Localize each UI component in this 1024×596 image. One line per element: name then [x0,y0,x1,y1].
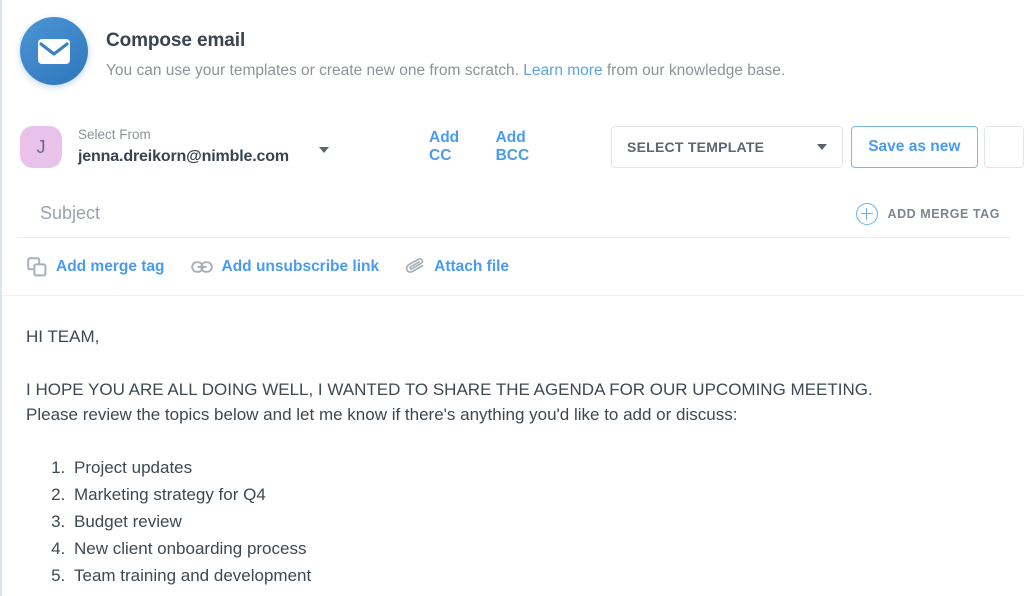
avatar: J [20,126,62,168]
toolbar-label: Attach file [434,257,510,275]
list-item: Team training and development [70,562,1008,589]
email-body-editor[interactable]: HI TEAM, I HOPE YOU ARE ALL DOING WELL, … [2,296,1024,589]
body-greeting: HI TEAM, [26,327,100,346]
toolbar-label: Add unsubscribe link [221,257,380,275]
header-text-block: Compose email You can use your templates… [106,17,785,82]
subtitle-text-before: You can use your templates or create new… [106,61,524,79]
cc-bcc-links: Add CC Add BCC [429,129,561,165]
save-as-new-button[interactable]: Save as new [850,126,978,168]
editor-toolbar: Add merge tag Add unsubscribe link Attac… [2,238,1024,296]
add-merge-tag-button[interactable]: ADD MERGE TAG [855,202,1010,225]
toolbar-attach-file[interactable]: Attach file [405,257,510,276]
add-merge-tag-label: ADD MERGE TAG [887,206,1000,221]
select-from-label: Select From [78,126,151,142]
copy-icon [27,256,47,276]
link-icon [190,260,213,273]
list-item: Budget review [70,508,1008,535]
body-paragraph-1: I HOPE YOU ARE ALL DOING WELL, I WANTED … [26,379,873,399]
list-item: New client onboarding process [70,535,1008,562]
envelope-icon [20,17,88,85]
toolbar-label: Add merge tag [56,257,165,275]
toolbar-add-unsubscribe-link[interactable]: Add unsubscribe link [190,257,380,276]
add-bcc-button[interactable]: Add BCC [496,129,561,165]
list-item: Project updates [70,454,1008,481]
learn-more-link[interactable]: Learn more [523,62,602,79]
subtitle-text-after: from our knowledge base. [602,61,786,79]
page-subtitle: You can use your templates or create new… [106,61,785,82]
chevron-down-icon [816,144,827,150]
panel-header: Compose email You can use your templates… [2,0,1024,104]
list-item: Marketing strategy for Q4 [70,481,1008,508]
compose-email-panel: Compose email You can use your templates… [0,0,1024,596]
select-from-control[interactable]: Select From jenna.dreikorn@nimble.com [78,126,303,168]
select-template-dropdown[interactable]: SELECT TEMPLATE [610,126,843,168]
from-email-value: jenna.dreikorn@nimble.com [78,147,290,165]
select-template-value: SELECT TEMPLATE [626,139,765,155]
paperclip-icon [405,257,424,273]
from-row: J Select From jenna.dreikorn@nimble.com … [2,116,1024,178]
subject-row: ADD MERGE TAG [18,190,1010,238]
body-agenda-list: Project updatesMarketing strategy for Q4… [70,454,1008,590]
overflow-button[interactable] [984,126,1024,168]
page-title: Compose email [106,30,246,51]
plus-circle-icon [855,202,878,225]
body-paragraph-2: Please review the topics below and let m… [26,405,738,424]
add-cc-button[interactable]: Add CC [429,129,484,165]
subject-input[interactable] [18,203,856,224]
chevron-down-icon[interactable] [319,147,329,153]
toolbar-add-merge-tag[interactable]: Add merge tag [27,256,165,277]
